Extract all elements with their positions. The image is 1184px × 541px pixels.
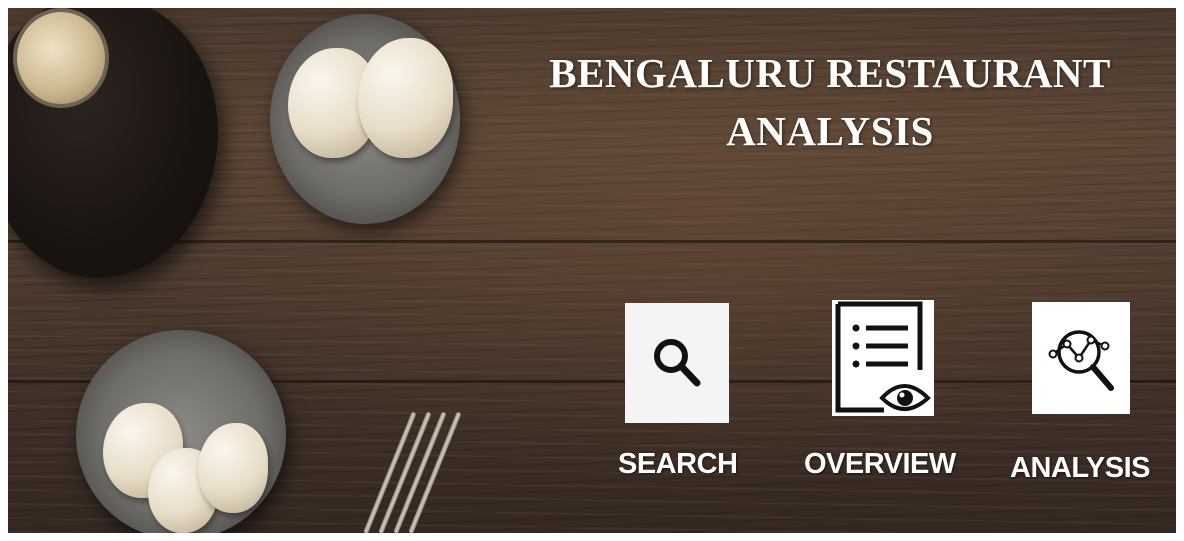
analytics-magnifier-icon — [1048, 330, 1114, 391]
search-icon — [654, 339, 701, 387]
garlic-image — [198, 423, 268, 513]
search-button[interactable] — [625, 303, 729, 423]
bottle-cork-image — [13, 8, 109, 108]
page-title: BENGALURU RESTAURANT ANALYSIS — [520, 44, 1140, 160]
page-title-line-2: ANALYSIS — [726, 108, 934, 154]
garlic-image — [358, 38, 453, 158]
page-title-line-1: BENGALURU RESTAURANT — [549, 50, 1111, 96]
analysis-label[interactable]: ANALYSIS — [1010, 452, 1150, 485]
overview-label[interactable]: OVERVIEW — [804, 448, 956, 481]
analysis-button[interactable] — [1032, 302, 1130, 414]
overview-button[interactable] — [832, 300, 934, 416]
plank-seam — [8, 240, 1176, 243]
search-label[interactable]: SEARCH — [618, 448, 738, 481]
document-eye-icon — [835, 301, 931, 413]
